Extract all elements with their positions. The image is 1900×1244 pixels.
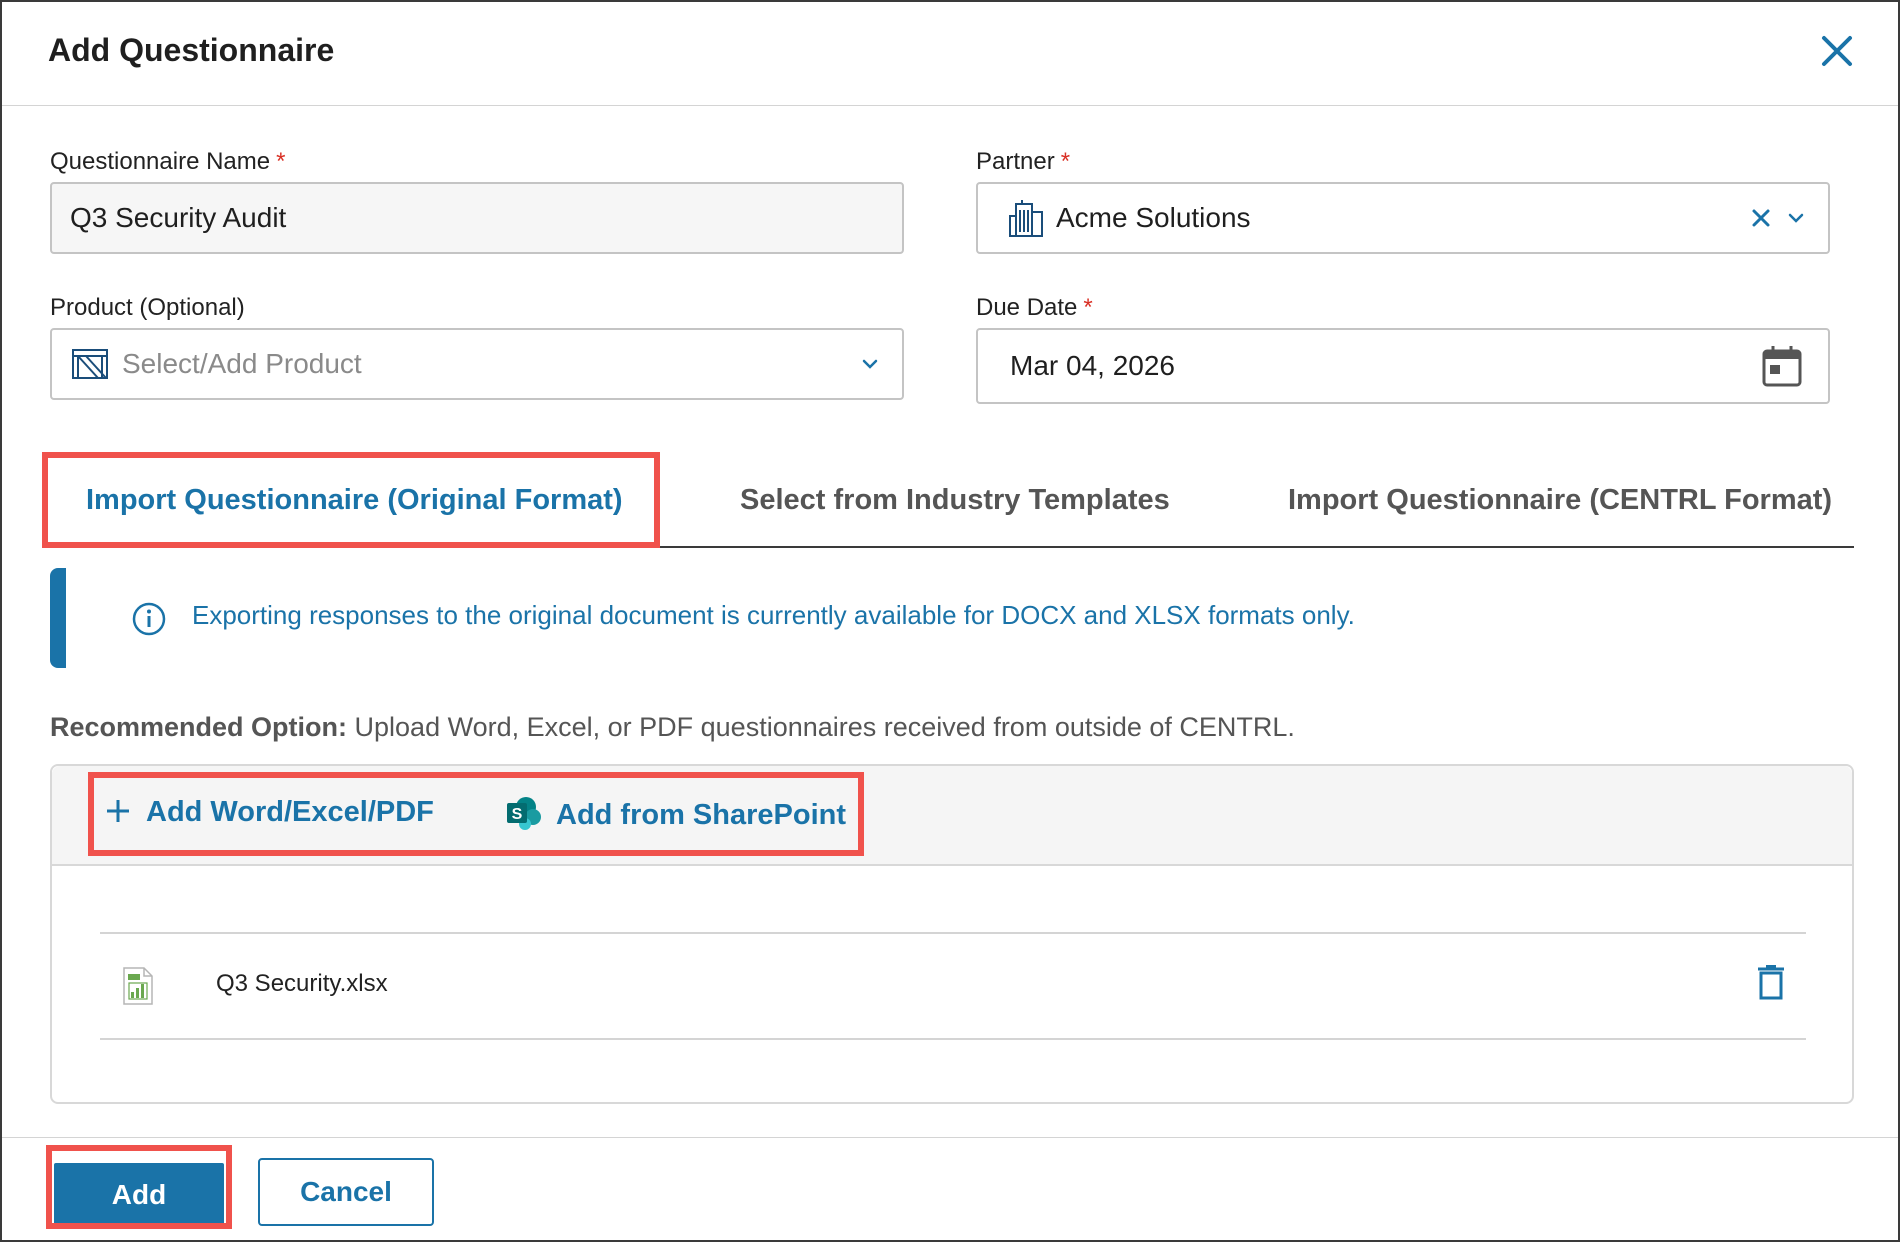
add-questionnaire-dialog: Add Questionnaire Questionnaire Name* Pa… xyxy=(0,0,1900,1242)
required-marker: * xyxy=(1083,294,1093,321)
highlight-box xyxy=(46,1145,232,1229)
close-button[interactable] xyxy=(1812,26,1862,76)
calendar-icon[interactable] xyxy=(1762,345,1802,387)
partner-label: Partner * xyxy=(976,148,1070,176)
tab-industry-templates[interactable]: Select from Industry Templates xyxy=(740,452,1170,548)
partner-value: Acme Solutions xyxy=(1056,202,1251,233)
clear-icon[interactable] xyxy=(1750,207,1772,229)
partner-label-text: Partner xyxy=(976,148,1055,175)
questionnaire-name-label-text: Questionnaire Name xyxy=(50,148,271,175)
file-name: Q3 Security.xlsx xyxy=(216,970,388,997)
required-marker: * xyxy=(1060,148,1071,175)
product-placeholder: Select/Add Product xyxy=(122,348,362,379)
tab-import-centrl-format[interactable]: Import Questionnaire (CENTRL Format) xyxy=(1288,452,1832,548)
highlight-box xyxy=(42,452,660,548)
chevron-down-icon[interactable] xyxy=(1786,208,1806,228)
questionnaire-name-input[interactable] xyxy=(68,184,833,252)
info-banner: Exporting responses to the original docu… xyxy=(50,568,1854,668)
product-label: Product (Optional) xyxy=(50,294,245,321)
dialog-header: Add Questionnaire xyxy=(2,2,1898,106)
due-date-label-text: Due Date xyxy=(976,294,1078,321)
file-row: Q3 Security.xlsx xyxy=(100,932,1806,1040)
questionnaire-name-field[interactable] xyxy=(50,182,904,254)
partner-select[interactable]: Acme Solutions xyxy=(976,182,1830,254)
dialog-title: Add Questionnaire xyxy=(48,32,335,68)
required-marker: * xyxy=(276,148,286,175)
building-icon xyxy=(1009,200,1043,237)
dialog-footer: Add Cancel xyxy=(2,1137,1898,1244)
info-text: Exporting responses to the original docu… xyxy=(192,600,1355,630)
product-icon xyxy=(72,349,108,379)
recommended-label: Recommended Option: xyxy=(50,712,348,742)
highlight-box xyxy=(88,772,864,856)
close-icon xyxy=(1822,36,1852,66)
questionnaire-name-label: Questionnaire Name * xyxy=(50,148,285,176)
recommended-option-text: Recommended Option: Upload Word, Excel, … xyxy=(50,712,1295,743)
due-date-field[interactable]: Mar 04, 2026 xyxy=(976,328,1830,404)
cancel-button[interactable]: Cancel xyxy=(258,1158,434,1226)
due-date-label: Due Date * xyxy=(976,294,1093,322)
excel-file-icon xyxy=(123,967,153,1005)
due-date-value: Mar 04, 2026 xyxy=(1010,350,1175,381)
chevron-down-icon[interactable] xyxy=(860,354,880,374)
recommended-description: Upload Word, Excel, or PDF questionnaire… xyxy=(347,712,1295,742)
trash-icon[interactable] xyxy=(1756,964,1786,1000)
info-icon xyxy=(132,602,166,636)
product-select[interactable]: Select/Add Product xyxy=(50,328,904,400)
